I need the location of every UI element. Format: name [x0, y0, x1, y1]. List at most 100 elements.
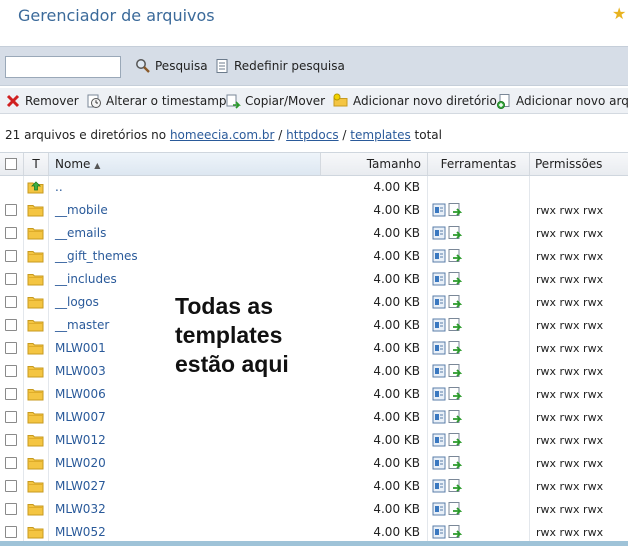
header-size[interactable]: Tamanho — [321, 153, 428, 175]
header-type[interactable]: T — [24, 153, 49, 175]
properties-icon[interactable] — [432, 317, 446, 333]
copy-move-icon[interactable] — [447, 524, 463, 540]
properties-icon[interactable] — [432, 271, 446, 287]
properties-icon[interactable] — [432, 363, 446, 379]
folder-icon[interactable] — [27, 317, 45, 333]
table-row: MLW027 4.00 KB rwx rwx rwx — [0, 475, 628, 498]
copy-move-icon[interactable] — [447, 248, 463, 264]
copy-move-icon[interactable] — [447, 478, 463, 494]
row-name-link[interactable]: __master — [55, 318, 109, 332]
row-checkbox[interactable] — [5, 296, 17, 308]
row-checkbox[interactable] — [5, 250, 17, 262]
folder-icon[interactable] — [27, 225, 45, 241]
copy-move-icon[interactable] — [447, 409, 463, 425]
properties-icon[interactable] — [432, 501, 446, 517]
copy-move-icon[interactable] — [447, 386, 463, 402]
row-name-link[interactable]: MLW003 — [55, 364, 106, 378]
folder-icon[interactable] — [27, 363, 45, 379]
folder-icon[interactable] — [27, 386, 45, 402]
header-permissions[interactable]: Permissões — [530, 153, 628, 175]
copy-move-icon[interactable] — [447, 294, 463, 310]
remove-button[interactable]: Remover — [5, 93, 79, 109]
properties-icon[interactable] — [432, 202, 446, 218]
properties-icon[interactable] — [432, 225, 446, 241]
row-checkbox[interactable] — [5, 480, 17, 492]
folder-icon[interactable] — [27, 340, 45, 356]
copy-move-icon[interactable] — [447, 363, 463, 379]
row-name-link[interactable]: MLW012 — [55, 433, 106, 447]
properties-icon[interactable] — [432, 455, 446, 471]
breadcrumb-link-domain[interactable]: homeecia.com.br — [170, 128, 275, 142]
folder-icon[interactable] — [27, 271, 45, 287]
row-checkbox[interactable] — [5, 388, 17, 400]
breadcrumb-link-httpdocs[interactable]: httpdocs — [286, 128, 338, 142]
row-checkbox[interactable] — [5, 204, 17, 216]
copy-move-button[interactable]: Copiar/Mover — [225, 93, 325, 109]
row-name-link[interactable]: __gift_themes — [55, 249, 138, 263]
parent-folder-icon[interactable] — [27, 179, 45, 195]
copy-move-icon[interactable] — [447, 202, 463, 218]
row-checkbox[interactable] — [5, 457, 17, 469]
action-toolbar: Remover Alterar o timestamp Copiar/Mover… — [0, 88, 628, 114]
row-checkbox[interactable] — [5, 342, 17, 354]
properties-icon[interactable] — [432, 524, 446, 540]
properties-icon[interactable] — [432, 248, 446, 264]
row-checkbox[interactable] — [5, 434, 17, 446]
select-all-checkbox[interactable] — [5, 158, 17, 170]
row-checkbox[interactable] — [5, 365, 17, 377]
row-size: 4.00 KB — [373, 433, 420, 447]
folder-icon[interactable] — [27, 294, 45, 310]
copy-move-icon[interactable] — [447, 340, 463, 356]
folder-icon[interactable] — [27, 478, 45, 494]
properties-icon[interactable] — [432, 294, 446, 310]
row-name-link[interactable]: MLW006 — [55, 387, 106, 401]
properties-icon[interactable] — [432, 409, 446, 425]
search-input[interactable] — [5, 56, 121, 78]
copy-move-icon[interactable] — [447, 432, 463, 448]
properties-icon[interactable] — [432, 432, 446, 448]
folder-icon[interactable] — [27, 524, 45, 540]
row-name-link[interactable]: __mobile — [55, 203, 108, 217]
row-checkbox[interactable] — [5, 319, 17, 331]
row-name-link[interactable]: __logos — [55, 295, 99, 309]
folder-icon[interactable] — [27, 409, 45, 425]
row-checkbox[interactable] — [5, 526, 17, 538]
folder-icon[interactable] — [27, 248, 45, 264]
copy-move-icon[interactable] — [447, 501, 463, 517]
row-name-link[interactable]: MLW007 — [55, 410, 106, 424]
row-name-link[interactable]: __emails — [55, 226, 106, 240]
add-file-button[interactable]: Adicionar novo arqui — [496, 93, 628, 109]
row-name-link[interactable]: MLW020 — [55, 456, 106, 470]
row-checkbox[interactable] — [5, 503, 17, 515]
row-checkbox[interactable] — [5, 227, 17, 239]
annotation-line: estão aqui — [175, 351, 289, 377]
favorite-star-icon[interactable]: ★ — [612, 4, 626, 23]
folder-icon[interactable] — [27, 501, 45, 517]
reset-search-button[interactable]: Redefinir pesquisa — [214, 58, 345, 74]
search-button[interactable]: Pesquisa — [135, 58, 208, 74]
header-name[interactable]: Nome ▲ — [49, 153, 321, 175]
copy-move-icon[interactable] — [447, 225, 463, 241]
copy-move-icon[interactable] — [447, 271, 463, 287]
row-name-link[interactable]: MLW052 — [55, 525, 106, 539]
row-checkbox[interactable] — [5, 273, 17, 285]
add-directory-button[interactable]: Adicionar novo diretório — [333, 93, 497, 109]
properties-icon[interactable] — [432, 386, 446, 402]
copy-move-icon[interactable] — [447, 455, 463, 471]
row-name-link[interactable]: MLW032 — [55, 502, 106, 516]
magnifier-icon — [136, 59, 150, 73]
change-timestamp-button[interactable]: Alterar o timestamp — [86, 93, 227, 109]
properties-icon[interactable] — [432, 340, 446, 356]
breadcrumb-link-templates[interactable]: templates — [350, 128, 410, 142]
row-name-link[interactable]: MLW027 — [55, 479, 106, 493]
copy-move-icon[interactable] — [447, 317, 463, 333]
folder-icon[interactable] — [27, 432, 45, 448]
row-name-link[interactable]: MLW001 — [55, 341, 106, 355]
folder-icon[interactable] — [27, 202, 45, 218]
add-directory-label: Adicionar novo diretório — [353, 94, 497, 108]
row-checkbox[interactable] — [5, 411, 17, 423]
folder-icon[interactable] — [27, 455, 45, 471]
row-name-link[interactable]: .. — [55, 180, 63, 194]
row-name-link[interactable]: __includes — [55, 272, 117, 286]
properties-icon[interactable] — [432, 478, 446, 494]
